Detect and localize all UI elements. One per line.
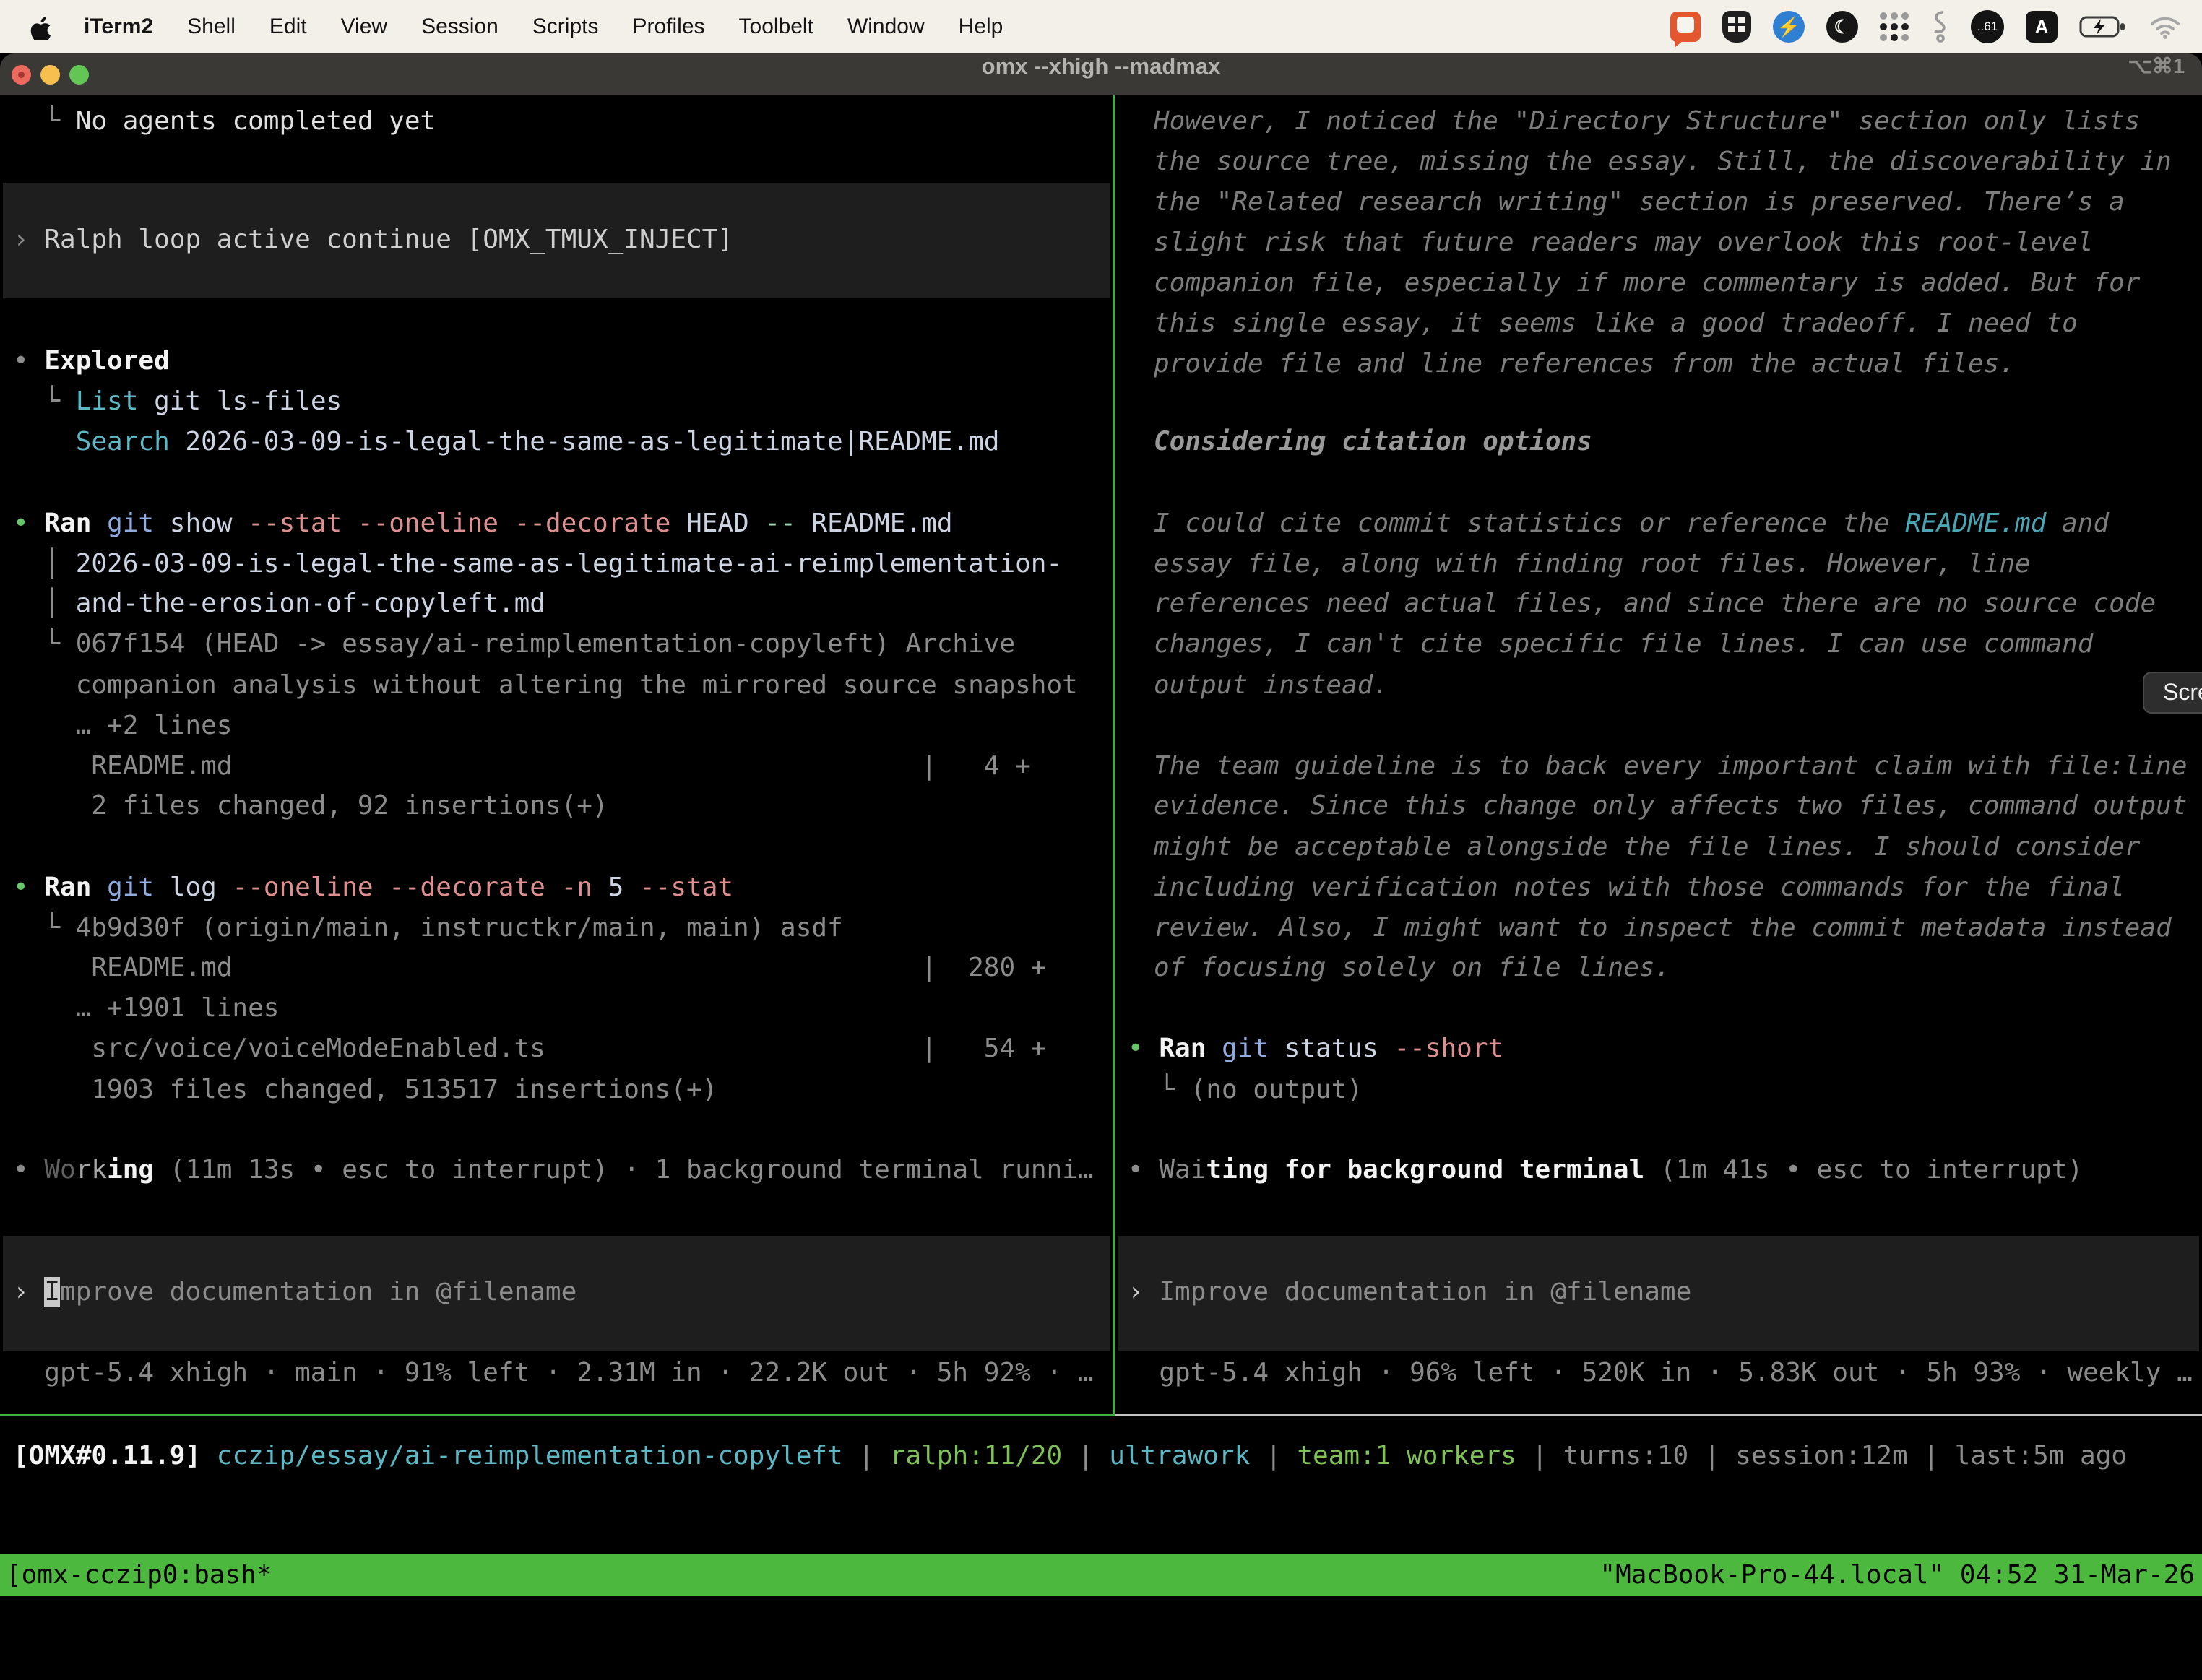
terminal-line: • Ran git show --stat --oneline --decora… bbox=[13, 503, 953, 544]
terminal-content: └ No agents completed yet › Ralph loop ac… bbox=[0, 0, 2202, 1612]
terminal-line: └ 067f154 (HEAD -> essay/ai-reimplementa… bbox=[13, 624, 1015, 664]
terminal-line: • Ran git log --oneline --decorate -n 5 … bbox=[13, 867, 733, 908]
terminal-line: └ No agents completed yet bbox=[13, 101, 436, 142]
terminal-line: might be acceptable alongside the file l… bbox=[1154, 827, 2140, 867]
terminal-line: I could cite commit statistics or refere… bbox=[1154, 503, 2109, 544]
terminal-line: └ List git ls-files bbox=[13, 381, 342, 422]
inactive-pane-separator bbox=[1115, 1414, 2202, 1416]
terminal-line: • Ran git status --short bbox=[1128, 1029, 1503, 1069]
terminal-line: the source tree, missing the essay. Stil… bbox=[1154, 142, 2172, 182]
terminal-line: └ (no output) bbox=[1128, 1070, 1363, 1110]
terminal-line: … +2 lines bbox=[13, 706, 232, 746]
terminal-line: gpt-5.4 xhigh · main · 91% left · 2.31M … bbox=[13, 1353, 1094, 1393]
terminal-line: essay file, along with finding root file… bbox=[1154, 544, 2031, 584]
tmux-session-label[interactable]: [omx-cczip0:bash* bbox=[6, 1554, 272, 1596]
terminal-line: slight risk that future readers may over… bbox=[1154, 222, 2093, 263]
terminal-line: The team guideline is to back every impo… bbox=[1154, 746, 2187, 787]
terminal-line: companion file, especially if more comme… bbox=[1154, 263, 2140, 303]
terminal-line: the "Related research writing" section i… bbox=[1154, 182, 2125, 222]
terminal-line: including verification notes with those … bbox=[1154, 867, 2125, 908]
terminal-line: However, I noticed the "Directory Struct… bbox=[1154, 101, 2140, 142]
terminal-line: src/voice/voiceModeEnabled.ts | 54 + bbox=[13, 1029, 1046, 1069]
terminal-line: • Working (11m 13s • esc to interrupt) ·… bbox=[13, 1150, 1094, 1190]
terminal-line: … +1901 lines bbox=[13, 988, 279, 1029]
pane-divider[interactable] bbox=[1113, 95, 1115, 1416]
terminal-line: Search 2026-03-09-is-legal-the-same-as-l… bbox=[13, 422, 999, 462]
terminal-line: Considering citation options bbox=[1154, 422, 1592, 462]
terminal-line: 2 files changed, 92 insertions(+) bbox=[13, 786, 608, 826]
terminal-line: • Explored bbox=[13, 341, 170, 381]
terminal-line: • Waiting for background terminal (1m 41… bbox=[1128, 1150, 2083, 1190]
terminal-line: › Ralph loop active continue [OMX_TMUX_I… bbox=[13, 220, 733, 260]
active-pane-separator bbox=[0, 1414, 1115, 1416]
terminal-line: evidence. Since this change only affects… bbox=[1154, 786, 2187, 826]
terminal-line: this single essay, it seems like a good … bbox=[1154, 303, 2078, 344]
screen-tooltip: Scre bbox=[2143, 672, 2202, 714]
terminal-line: gpt-5.4 xhigh · 96% left · 520K in · 5.8… bbox=[1128, 1353, 2193, 1393]
tmux-status-bar: [omx-cczip0:bash* "MacBook-Pro-44.local"… bbox=[0, 1554, 2202, 1596]
terminal-line: of focusing solely on file lines. bbox=[1154, 948, 1670, 988]
terminal-line: › Improve documentation in @filename bbox=[13, 1272, 577, 1312]
terminal-line: │ and-the-erosion-of-copyleft.md bbox=[13, 584, 545, 624]
terminal-line: provide file and line references from th… bbox=[1154, 344, 2015, 384]
tmux-host-clock-label: "MacBook-Pro-44.local" 04:52 31-Mar-26 bbox=[1599, 1554, 2195, 1596]
terminal-line: output instead. bbox=[1154, 665, 1389, 706]
terminal-line: README.md | 280 + bbox=[13, 948, 1046, 988]
terminal-line: review. Also, I might want to inspect th… bbox=[1154, 908, 2172, 948]
terminal-line: 1903 files changed, 513517 insertions(+) bbox=[13, 1070, 717, 1110]
omx-status-line: [OMX#0.11.9] cczip/essay/ai-reimplementa… bbox=[13, 1436, 2127, 1476]
terminal-line: README.md | 4 + bbox=[13, 746, 1031, 787]
terminal-line: › Improve documentation in @filename bbox=[1128, 1272, 1691, 1312]
terminal-line: references need actual files, and since … bbox=[1154, 584, 2156, 624]
terminal-line: changes, I can't cite specific file line… bbox=[1154, 624, 2093, 664]
terminal-line: │ 2026-03-09-is-legal-the-same-as-legiti… bbox=[13, 544, 1062, 584]
terminal-line: └ 4b9d30f (origin/main, instructkr/main,… bbox=[13, 908, 843, 948]
terminal-line: companion analysis without altering the … bbox=[13, 665, 1078, 706]
